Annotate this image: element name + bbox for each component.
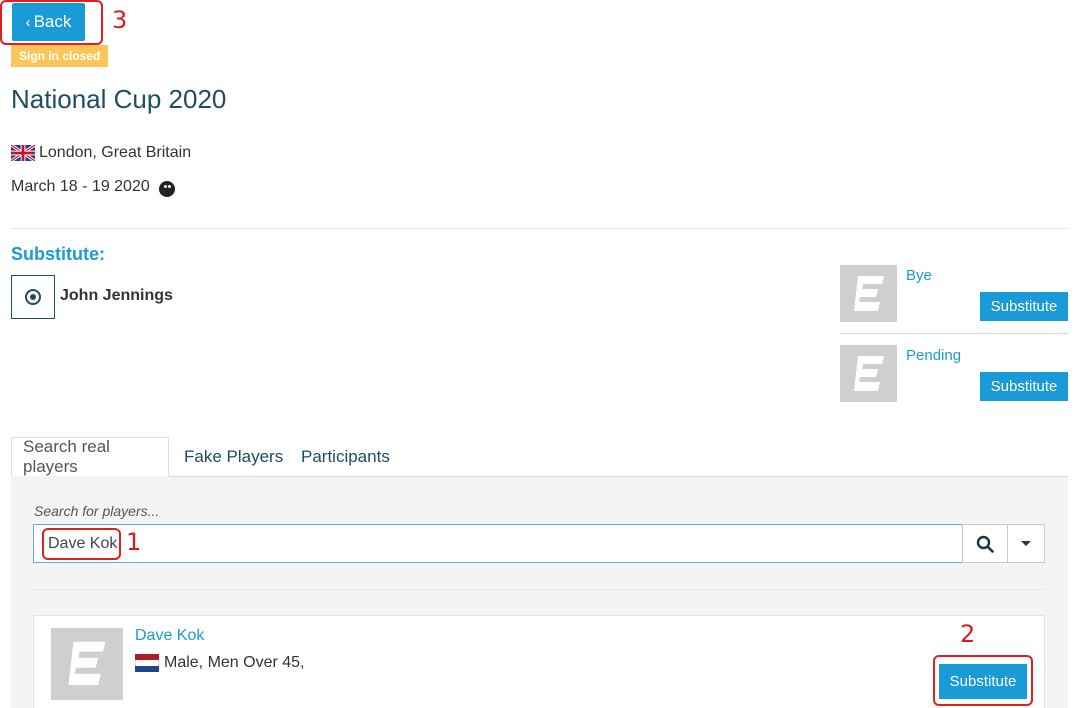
event-dates: March 18 - 19 2020: [11, 176, 175, 197]
slot-label-pending[interactable]: Pending: [906, 347, 961, 364]
player-avatar-icon: [840, 345, 897, 402]
caret-down-icon: [1021, 541, 1031, 546]
divider: [33, 589, 1045, 590]
substitute-player-name: John Jennings: [60, 287, 173, 304]
search-icon: [976, 535, 994, 553]
divider: [11, 228, 1068, 229]
page-title: National Cup 2020: [11, 84, 227, 114]
substitute-button-pending[interactable]: Substitute: [980, 372, 1068, 401]
callout-highlight-search: [42, 528, 121, 560]
nl-flag-icon: [135, 654, 159, 672]
search-options-dropdown[interactable]: [1007, 524, 1045, 563]
status-badge: Sign in closed: [11, 45, 109, 67]
result-player-name[interactable]: Dave Kok: [135, 627, 204, 645]
callout-number-1: 1: [126, 528, 142, 556]
tab-participants[interactable]: Participants: [290, 437, 401, 476]
substitute-button-bye[interactable]: Substitute: [980, 292, 1068, 321]
callout-highlight-substitute: [933, 655, 1033, 706]
event-location: London, Great Britain: [11, 144, 191, 162]
slot-label-bye[interactable]: Bye: [906, 267, 932, 284]
callout-number-2: 2: [960, 620, 976, 648]
location-text: London, Great Britain: [39, 144, 192, 161]
dates-text: March 18 - 19 2020: [11, 177, 150, 195]
slot-divider: [840, 333, 1068, 334]
result-info-text: Male, Men Over 45,: [164, 654, 305, 671]
tab-search-real-players[interactable]: Search real players: [11, 437, 169, 477]
target-icon: [25, 289, 41, 305]
select-player-button[interactable]: [11, 275, 55, 319]
player-avatar-icon: [51, 628, 123, 700]
tab-fake-players[interactable]: Fake Players: [173, 437, 294, 476]
substitute-heading: Substitute:: [11, 244, 105, 264]
search-input[interactable]: [33, 524, 963, 563]
ball-icon: [158, 181, 175, 197]
result-player-info: Male, Men Over 45,: [135, 654, 305, 672]
callout-number-3: 3: [112, 6, 128, 34]
search-button[interactable]: [962, 524, 1008, 563]
uk-flag-icon: [11, 145, 35, 161]
player-avatar-icon: [840, 265, 897, 322]
callout-highlight-back: [0, 0, 103, 45]
search-label: Search for players...: [34, 503, 160, 519]
